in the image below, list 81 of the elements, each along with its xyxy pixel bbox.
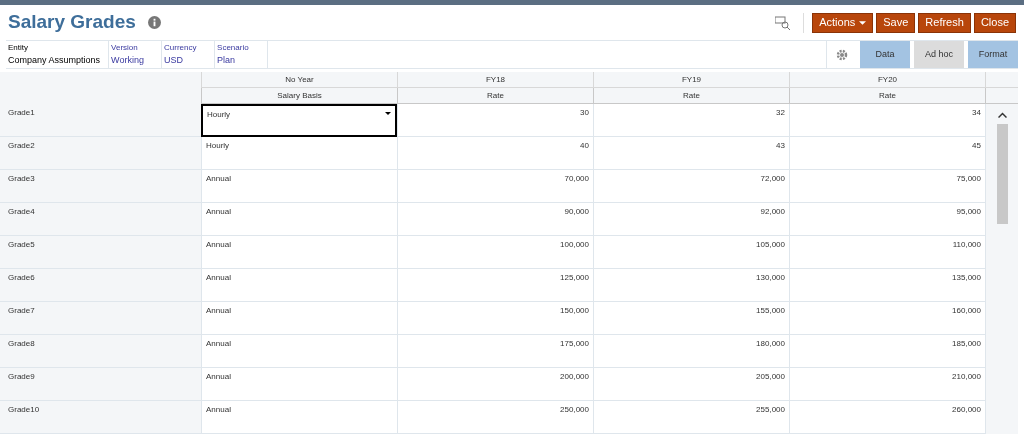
pov-label: Currency — [164, 41, 198, 54]
row-header: Grade1 — [8, 108, 35, 117]
action-button[interactable]: Save — [876, 12, 916, 33]
table-cell[interactable]: 90,000 — [397, 203, 593, 236]
table-cell[interactable]: 205,000 — [593, 368, 789, 401]
actions-menu-button[interactable]: Actions — [812, 12, 874, 33]
table-cell[interactable]: 175,000 — [397, 335, 593, 368]
table-cell[interactable]: 45 — [789, 137, 985, 170]
table-cell[interactable]: 255,000 — [593, 401, 789, 434]
mode-tab[interactable]: Ad hoc — [914, 41, 964, 68]
action-button[interactable]: Refresh — [918, 12, 971, 33]
table-cell[interactable]: 125,000 — [397, 269, 593, 302]
row-header: Grade2 — [8, 141, 35, 150]
row-header: Grade6 — [8, 273, 35, 282]
table-cell[interactable]: 160,000 — [789, 302, 985, 335]
dropdown-cell[interactable]: Annual — [201, 269, 397, 302]
action-button[interactable]: Close — [973, 12, 1016, 33]
column-header: No Year — [201, 72, 397, 88]
table-cell[interactable]: 30 — [397, 104, 593, 137]
table-cell[interactable]: 155,000 — [593, 302, 789, 335]
table-cell[interactable]: 32 — [593, 104, 789, 137]
settings-icon[interactable] — [835, 48, 848, 61]
table-cell[interactable]: 260,000 — [789, 401, 985, 434]
table-cell[interactable]: 105,000 — [593, 236, 789, 269]
pov-label: Entity — [8, 41, 29, 54]
mode-tab[interactable]: Format — [968, 41, 1018, 68]
caret-icon[interactable] — [385, 112, 391, 115]
table-cell[interactable]: 92,000 — [593, 203, 789, 236]
scrollbar-thumb[interactable] — [996, 124, 1008, 224]
row-header: Grade10 — [8, 405, 40, 414]
table-cell[interactable]: 40 — [397, 137, 593, 170]
column-header: FY18 — [397, 72, 593, 88]
table-cell[interactable]: 200,000 — [397, 368, 593, 401]
table-cell[interactable]: 150,000 — [397, 302, 593, 335]
table-cell[interactable]: 110,000 — [789, 236, 985, 269]
dropdown-cell[interactable]: Annual — [201, 236, 397, 269]
table-cell[interactable]: 70,000 — [397, 170, 593, 203]
header-filler — [985, 72, 1018, 88]
scroll-up-icon[interactable] — [997, 112, 1007, 118]
pov-value[interactable]: Working — [111, 53, 154, 68]
table-cell[interactable]: 75,000 — [789, 170, 985, 203]
table-cell[interactable]: 250,000 — [397, 401, 593, 434]
column-header: Rate — [789, 88, 985, 104]
column-header: Salary Basis — [201, 88, 397, 104]
info-icon[interactable] — [147, 16, 161, 29]
dropdown-cell[interactable]: Annual — [201, 170, 397, 203]
column-header: Rate — [397, 88, 593, 104]
table-cell[interactable]: 130,000 — [593, 269, 789, 302]
table-cell[interactable]: 135,000 — [789, 269, 985, 302]
pov-label: Version — [111, 41, 139, 54]
row-header: Grade9 — [8, 372, 35, 381]
pov-value[interactable]: Plan — [217, 53, 260, 68]
search-grid-icon[interactable] — [775, 15, 792, 30]
dropdown-cell[interactable]: Hourly — [201, 104, 397, 137]
dropdown-cell[interactable]: Annual — [201, 368, 397, 401]
dropdown-cell[interactable]: Hourly — [201, 137, 397, 170]
row-header: Grade4 — [8, 207, 35, 216]
dropdown-cell[interactable]: Annual — [201, 335, 397, 368]
column-header: Rate — [593, 88, 789, 104]
table-cell[interactable]: 72,000 — [593, 170, 789, 203]
column-header: FY19 — [593, 72, 789, 88]
table-cell[interactable]: 185,000 — [789, 335, 985, 368]
row-header: Grade5 — [8, 240, 35, 249]
row-header: Grade8 — [8, 339, 35, 348]
row-header: Grade3 — [8, 174, 35, 183]
table-cell[interactable]: 100,000 — [397, 236, 593, 269]
table-cell[interactable]: 210,000 — [789, 368, 985, 401]
page-title: Salary Grades — [8, 10, 136, 35]
table-cell[interactable]: 180,000 — [593, 335, 789, 368]
table-cell[interactable]: 43 — [593, 137, 789, 170]
row-header: Grade7 — [8, 306, 35, 315]
dropdown-cell[interactable]: Annual — [201, 203, 397, 236]
pov-value: Company Assumptions — [8, 53, 101, 67]
dropdown-cell[interactable]: Annual — [201, 302, 397, 335]
caret-icon — [859, 20, 867, 25]
table-cell[interactable]: 95,000 — [789, 203, 985, 236]
pov-value[interactable]: USD — [164, 53, 207, 68]
dropdown-cell[interactable]: Annual — [201, 401, 397, 434]
pov-label: Scenario — [217, 41, 250, 54]
column-header: FY20 — [789, 72, 985, 88]
mode-tab[interactable]: Data — [860, 41, 910, 68]
